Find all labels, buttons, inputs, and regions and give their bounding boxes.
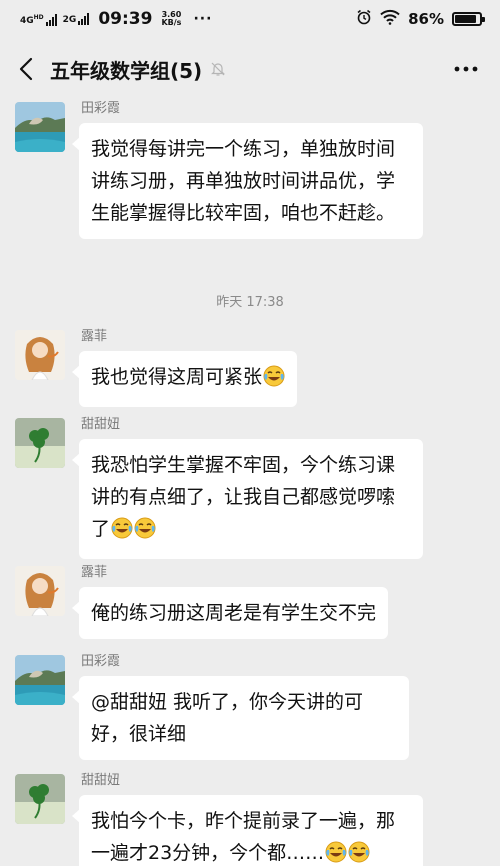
message-bubble[interactable]: 我恐怕学生掌握不牢固，今个练习课讲的有点细了，让我自己都感觉啰嗦了: [72, 439, 423, 559]
avatar-girl-image: [15, 566, 65, 616]
network-speed: 3.60 KB/s: [161, 11, 181, 27]
battery-percent: 86%: [408, 10, 444, 28]
avatar-clover-image: [15, 418, 65, 468]
avatar-landscape-image: [15, 655, 65, 705]
sender-name: 田彩霞: [81, 101, 121, 116]
signal-bars-icon: [78, 13, 90, 25]
laugh-cry-emoji: [348, 841, 370, 866]
sender-name: 露菲: [81, 329, 108, 344]
message-bubble[interactable]: 俺的练习册这周老是有学生交不完: [71, 587, 389, 639]
bell-off-icon: [210, 61, 226, 77]
avatar-landscape-image: [15, 102, 65, 152]
alarm-icon: [356, 9, 372, 29]
status-left: 4GHD 2G 09:39 3.60 KB/s ···: [20, 9, 212, 29]
message-item: 田彩霞 我觉得每讲完一个练习，单独放时间讲练习册，再单独放时间讲品优，学生能掌握…: [15, 101, 423, 239]
more-dots-icon: [454, 66, 478, 72]
chevron-left-icon: [19, 57, 33, 81]
signal-4g: 4GHD: [20, 13, 57, 26]
network-label-2: 2G: [62, 15, 77, 25]
avatar-girl-image: [15, 330, 65, 380]
battery-fill: [455, 15, 476, 23]
status-bar: 4GHD 2G 09:39 3.60 KB/s ··· 86%: [0, 0, 500, 38]
signal-bars-icon: [45, 13, 57, 26]
sender-name: 田彩霞: [81, 654, 121, 669]
avatar[interactable]: [15, 566, 65, 616]
sender-name: 露菲: [81, 565, 108, 580]
message-list[interactable]: 田彩霞 我觉得每讲完一个练习，单独放时间讲练习册，再单独放时间讲品优，学生能掌握…: [0, 98, 500, 866]
network-label: 4GHD: [20, 13, 44, 26]
signal-2g: 2G: [63, 13, 90, 25]
status-right: 86%: [356, 9, 485, 29]
notification-more-icon: ···: [193, 11, 213, 27]
message-item: 田彩霞 @甜甜妞 我听了，你今天讲的可好，很详细: [15, 654, 409, 760]
laugh-cry-emoji: [134, 517, 156, 549]
emoji-group: [262, 365, 285, 388]
avatar[interactable]: [15, 418, 65, 468]
speed-unit: KB/s: [161, 18, 182, 27]
laugh-cry-emoji: [325, 841, 347, 866]
message-bubble[interactable]: 我觉得每讲完一个练习，单独放时间讲练习册，再单独放时间讲品优，学生能掌握得比较牢…: [72, 123, 423, 239]
message-text: 俺的练习册这周老是有学生交不完: [91, 602, 377, 624]
avatar[interactable]: [15, 774, 65, 824]
avatar-clover-image: [15, 774, 65, 824]
clock: 09:39: [98, 9, 153, 29]
message-item: 甜甜妞 我怕今个卡，昨个提前录了一遍，那一遍才23分钟，今个都……: [15, 773, 423, 866]
more-button[interactable]: [446, 54, 486, 84]
avatar[interactable]: [15, 330, 65, 380]
message-text: @甜甜妞 我听了，你今天讲的可好，很详细: [91, 691, 364, 745]
emoji-group: [324, 841, 370, 866]
sender-name: 甜甜妞: [81, 417, 121, 432]
message-text: 我觉得每讲完一个练习，单独放时间讲练习册，再单独放时间讲品优，学生能掌握得比较牢…: [91, 138, 396, 224]
time-separator: 昨天 17:38: [216, 295, 284, 310]
avatar[interactable]: [15, 655, 65, 705]
message-item: 露菲 俺的练习册这周老是有学生交不完: [15, 565, 389, 639]
sender-name: 甜甜妞: [81, 773, 121, 788]
message-bubble[interactable]: 我也觉得这周可紧张: [71, 351, 298, 407]
laugh-cry-emoji: [111, 517, 133, 549]
message-item: 甜甜妞 我恐怕学生掌握不牢固，今个练习课讲的有点细了，让我自己都感觉啰嗦了: [15, 417, 423, 559]
chat-title: 五年级数学组(5): [50, 58, 203, 83]
wifi-icon: [380, 9, 400, 29]
message-bubble[interactable]: 我怕今个卡，昨个提前录了一遍，那一遍才23分钟，今个都……: [72, 795, 423, 866]
laugh-cry-emoji: [263, 365, 285, 397]
emoji-group: [110, 517, 156, 540]
battery-icon: [452, 12, 485, 26]
chat-header: 五年级数学组(5): [0, 40, 500, 98]
message-bubble[interactable]: @甜甜妞 我听了，你今天讲的可好，很详细: [72, 676, 409, 760]
message-item: 露菲 我也觉得这周可紧张: [15, 329, 298, 407]
back-button[interactable]: [14, 54, 38, 84]
message-text: 我也觉得这周可紧张: [91, 366, 263, 388]
avatar[interactable]: [15, 102, 65, 152]
